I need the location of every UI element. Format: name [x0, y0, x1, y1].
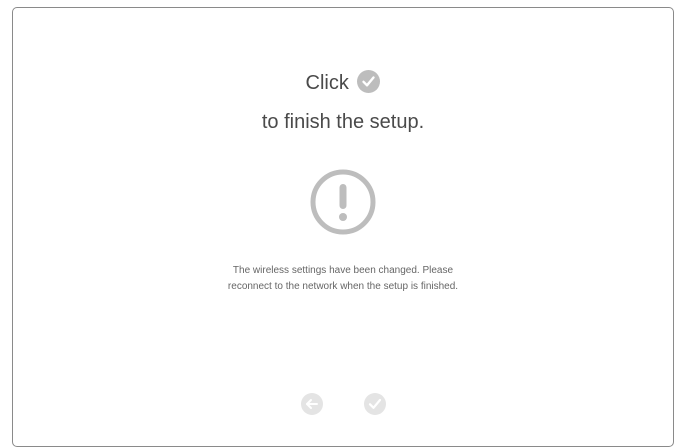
status-message-line2: reconnect to the network when the setup … — [227, 281, 459, 292]
heading-text-click: Click — [305, 72, 349, 94]
setup-dialog: Click to finish the setup. The wireless … — [12, 7, 674, 447]
back-arrow-icon — [300, 392, 324, 416]
instruction-subheading: to finish the setup. — [261, 111, 425, 133]
back-button[interactable] — [300, 392, 324, 416]
finish-button[interactable] — [363, 392, 387, 416]
check-icon — [363, 392, 387, 416]
instruction-heading: Click — [13, 70, 673, 96]
status-message-line1: The wireless settings have been changed.… — [232, 265, 454, 276]
warning-icon — [310, 169, 376, 235]
check-icon — [357, 70, 381, 93]
